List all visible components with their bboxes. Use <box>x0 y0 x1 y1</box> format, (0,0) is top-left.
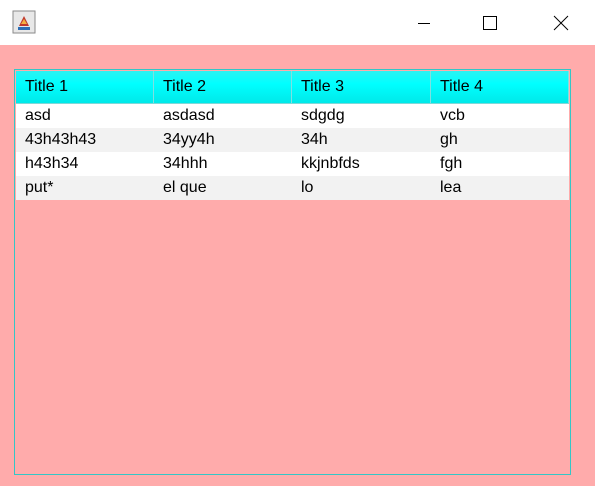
table-cell[interactable]: vcb <box>431 104 569 128</box>
table-cell[interactable]: el que <box>154 176 292 200</box>
table-row[interactable]: asd asdasd sdgdg vcb <box>16 104 569 128</box>
table-cell[interactable]: sdgdg <box>292 104 431 128</box>
table-cell[interactable]: h43h34 <box>16 152 154 176</box>
close-icon <box>553 15 569 30</box>
content-panel: Title 1 Title 2 Title 3 Title 4 asd asda… <box>0 45 595 486</box>
table-cell[interactable]: asd <box>16 104 154 128</box>
table-scroll-pane[interactable]: Title 1 Title 2 Title 3 Title 4 asd asda… <box>14 69 571 475</box>
data-table: Title 1 Title 2 Title 3 Title 4 asd asda… <box>16 71 569 200</box>
column-header-title-3[interactable]: Title 3 <box>292 71 431 103</box>
minimize-icon <box>418 22 430 24</box>
column-header-title-1[interactable]: Title 1 <box>16 71 154 103</box>
minimize-button[interactable] <box>401 0 447 45</box>
table-cell[interactable]: asdasd <box>154 104 292 128</box>
table-cell[interactable]: fgh <box>431 152 569 176</box>
table-cell[interactable]: lo <box>292 176 431 200</box>
table-cell[interactable]: gh <box>431 128 569 152</box>
table-cell[interactable]: 43h43h43 <box>16 128 154 152</box>
column-header-title-2[interactable]: Title 2 <box>154 71 292 103</box>
table-cell[interactable]: 34yy4h <box>154 128 292 152</box>
table-cell[interactable]: 34hhh <box>154 152 292 176</box>
table-cell[interactable]: lea <box>431 176 569 200</box>
close-button[interactable] <box>538 0 584 45</box>
table-cell[interactable]: 34h <box>292 128 431 152</box>
title-bar <box>0 0 595 45</box>
table-cell[interactable]: kkjnbfds <box>292 152 431 176</box>
table-cell[interactable]: put* <box>16 176 154 200</box>
table-row[interactable]: 43h43h43 34yy4h 34h gh <box>16 128 569 152</box>
table-body: asd asdasd sdgdg vcb 43h43h43 34yy4h 34h… <box>16 104 569 200</box>
table-header: Title 1 Title 2 Title 3 Title 4 <box>16 71 569 104</box>
maximize-button[interactable] <box>467 0 513 45</box>
java-app-icon[interactable] <box>12 10 36 34</box>
maximize-icon <box>483 15 497 30</box>
table-row[interactable]: put* el que lo lea <box>16 176 569 200</box>
column-header-title-4[interactable]: Title 4 <box>431 71 569 103</box>
table-row[interactable]: h43h34 34hhh kkjnbfds fgh <box>16 152 569 176</box>
